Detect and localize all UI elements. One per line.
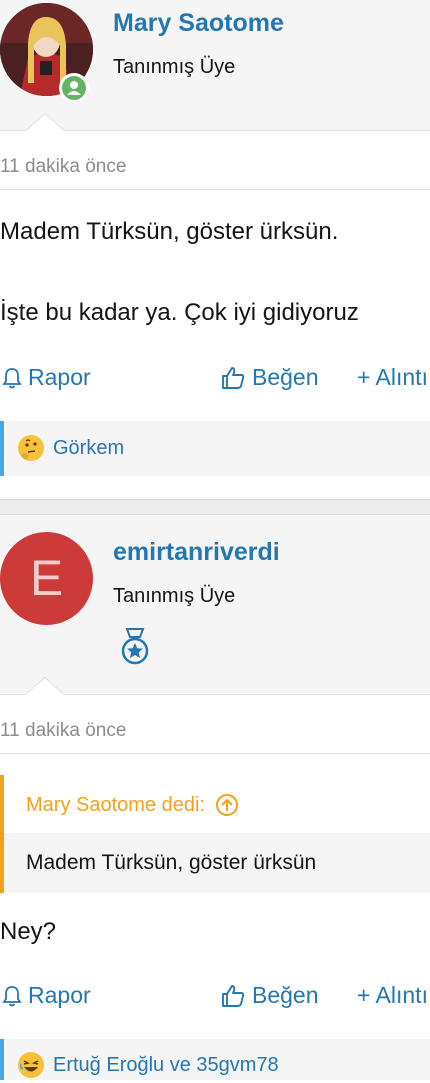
- quote-text: Madem Türksün, göster ürksün: [26, 851, 317, 874]
- thumbs-up-icon: [222, 366, 245, 389]
- like-label: Beğen: [252, 982, 319, 1008]
- like-button[interactable]: Beğen: [220, 982, 319, 1009]
- username[interactable]: Mary Saotome: [113, 9, 284, 38]
- like-button[interactable]: Beğen: [220, 364, 319, 391]
- bell-icon: [2, 367, 22, 388]
- quote-header: Mary Saotome dedi:: [4, 775, 430, 833]
- online-status-icon: [59, 73, 89, 103]
- message-text-line: Madem Türksün, göster ürksün.: [0, 218, 339, 245]
- post-timestamp[interactable]: 11 dakika önce: [0, 720, 126, 742]
- medal-icon[interactable]: [118, 627, 152, 672]
- user-title: Tanınmış Üye: [113, 585, 236, 607]
- report-button[interactable]: Rapor: [2, 982, 91, 1009]
- separator: [0, 189, 430, 190]
- quote-source-link[interactable]: Mary Saotome dedi:: [26, 793, 239, 817]
- thinking-face-icon: [18, 435, 44, 461]
- thumbs-up-icon: [222, 984, 245, 1007]
- quote-label: + Alıntı: [357, 982, 428, 1008]
- report-label: Rapor: [28, 364, 91, 390]
- separator: [0, 694, 430, 695]
- user-title: Tanınmış Üye: [113, 56, 236, 78]
- separator: [0, 753, 430, 754]
- reactions-users[interactable]: Ertuğ Eroğlu ve 35gvm78: [53, 1054, 279, 1077]
- laughing-face-icon: [18, 1052, 44, 1078]
- quote-label: + Alıntı: [357, 364, 428, 390]
- reactions-bar[interactable]: Görkem: [0, 421, 430, 476]
- like-label: Beğen: [252, 364, 319, 390]
- avatar-letter: E: [29, 550, 64, 606]
- separator: [0, 130, 430, 131]
- quote-button[interactable]: + Alıntı: [357, 364, 428, 391]
- reactions-bar[interactable]: Ertuğ Eroğlu ve 35gvm78: [0, 1039, 430, 1080]
- quote-title: Mary Saotome dedi:: [26, 793, 205, 816]
- quote-button[interactable]: + Alıntı: [357, 982, 428, 1009]
- report-button[interactable]: Rapor: [2, 364, 91, 391]
- user-avatar[interactable]: E: [0, 532, 93, 625]
- post-2-user-block: E emirtanriverdi Tanınmış Üye: [0, 515, 430, 693]
- post-divider: [0, 499, 430, 515]
- username[interactable]: emirtanriverdi: [113, 538, 280, 567]
- bell-icon: [2, 985, 22, 1006]
- post-1-user-block: Mary Saotome Tanınmış Üye: [0, 0, 430, 130]
- message-text-line: İşte bu kadar ya. Çok iyi gidiyoruz: [0, 299, 359, 326]
- quote-block: Mary Saotome dedi: Madem Türksün, göster…: [0, 775, 430, 893]
- reactions-users[interactable]: Görkem: [53, 437, 124, 460]
- post-timestamp[interactable]: 11 dakika önce: [0, 156, 126, 178]
- arrow-up-circle-icon: [215, 794, 238, 816]
- message-text-line: Ney?: [0, 918, 57, 945]
- report-label: Rapor: [28, 982, 91, 1008]
